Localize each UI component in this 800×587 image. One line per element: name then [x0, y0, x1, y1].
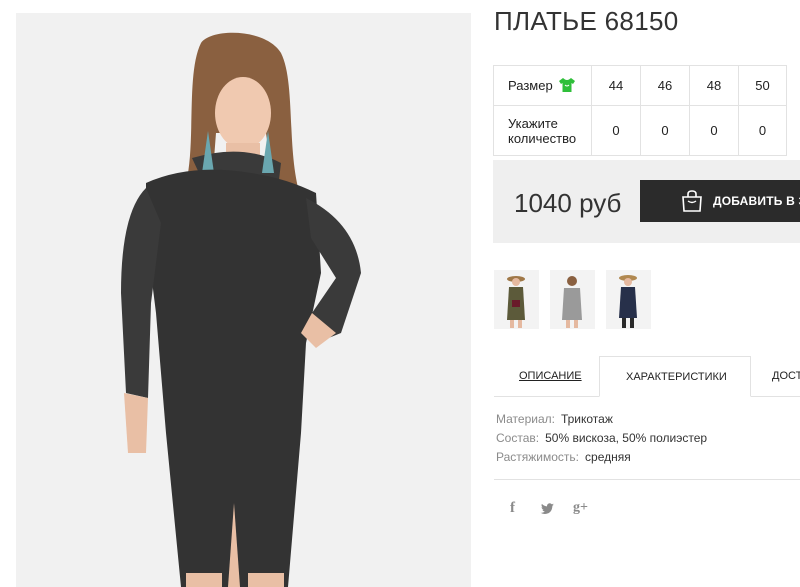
specifications-list: Материал: Трикотаж Состав: 50% вискоза, 50…: [496, 410, 707, 467]
facebook-icon[interactable]: f: [510, 500, 515, 517]
add-to-cart-label: ДОБАВИТЬ В ЗАКАЗ: [713, 194, 800, 208]
spec-row: Состав: 50% вискоза, 50% полиэстер: [496, 429, 707, 448]
quantity-input[interactable]: 0: [738, 105, 787, 156]
tab-label: ДОСТАВКА: [772, 370, 800, 382]
product-price: 1040 руб: [514, 188, 622, 218]
size-cell: 50: [738, 65, 787, 106]
spec-value: средняя: [585, 450, 631, 464]
dress-model-photo: [16, 13, 471, 587]
tab-description[interactable]: ОПИСАНИЕ: [494, 356, 599, 397]
tab-delivery[interactable]: ДОСТАВКА: [751, 356, 800, 397]
divider: [494, 479, 800, 480]
twitter-icon[interactable]: [540, 502, 554, 514]
quantity-input[interactable]: 0: [689, 105, 739, 156]
size-cell: 46: [640, 65, 690, 106]
quantity-input[interactable]: 0: [640, 105, 690, 156]
quantity-row: Укажите количество 0 0 0 0: [493, 105, 787, 156]
quantity-label-cell: Укажите количество: [493, 105, 592, 156]
tab-label: ХАРАКТЕРИСТИКИ: [626, 371, 727, 383]
product-title: ПЛАТЬЕ 68150: [494, 6, 679, 36]
thumbnail-navy-dress[interactable]: [606, 270, 651, 329]
quantity-input[interactable]: 0: [591, 105, 641, 156]
thumbnail-olive-dress[interactable]: [494, 270, 539, 329]
shopping-bag-icon: [680, 189, 704, 213]
quantity-label: Укажите количество: [508, 115, 577, 146]
spec-value: Трикотаж: [560, 412, 613, 426]
add-to-cart-button[interactable]: ДОБАВИТЬ В ЗАКАЗ: [640, 180, 800, 222]
size-cell: 44: [591, 65, 641, 106]
tab-characteristics[interactable]: ХАРАКТЕРИСТИКИ: [599, 356, 751, 397]
price-panel: 1040 руб ДОБАВИТЬ В ЗАКАЗ: [493, 160, 800, 243]
spec-value: 50% вискоза, 50% полиэстер: [545, 431, 708, 445]
tab-label: ОПИСАНИЕ: [519, 370, 582, 382]
size-label: Размер: [508, 78, 553, 93]
spec-key: Материал:: [496, 412, 555, 426]
spec-key: Состав:: [496, 431, 540, 445]
size-cell: 48: [689, 65, 739, 106]
main-product-image[interactable]: [16, 13, 471, 587]
size-row: Размер 44 46 48 50: [493, 65, 787, 106]
spec-row: Материал: Трикотаж: [496, 410, 707, 429]
spec-key: Растяжимость:: [496, 450, 580, 464]
shirt-icon[interactable]: [558, 78, 575, 92]
size-quantity-table: Размер 44 46 48 50 Укажите количество 0 …: [493, 65, 787, 156]
spec-row: Растяжимость: средняя: [496, 448, 707, 467]
thumbnail-gray-dress[interactable]: [550, 270, 595, 329]
googleplus-icon[interactable]: g+: [573, 500, 588, 516]
size-label-cell: Размер: [493, 65, 592, 106]
